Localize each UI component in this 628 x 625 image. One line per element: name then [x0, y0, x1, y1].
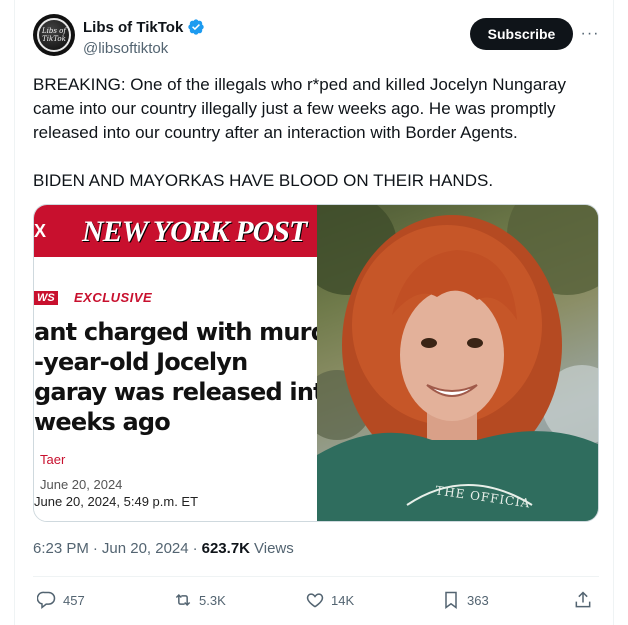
article-byline: Taer: [40, 452, 66, 467]
author-handle[interactable]: @libsoftiktok: [83, 40, 168, 57]
avatar[interactable]: Libs of TikTok: [33, 14, 75, 56]
article-date-published: June 20, 2024: [40, 477, 123, 492]
reply-count: 457: [63, 592, 85, 608]
news-tag: WS: [34, 291, 58, 305]
author-name-row: Libs of TikTok: [83, 18, 205, 36]
like-count: 14K: [331, 592, 355, 608]
nyp-logo: NEW YORK POST: [82, 215, 307, 248]
author-display-name[interactable]: Libs of TikTok: [83, 19, 183, 36]
divider: [33, 576, 599, 577]
repost-count: 5.3K: [199, 592, 226, 608]
subscribe-button[interactable]: Subscribe: [470, 18, 573, 50]
more-options-icon[interactable]: ···: [578, 22, 602, 46]
meta-separator: ·: [192, 540, 198, 557]
nyp-x-mark: X: [34, 221, 47, 241]
bookmark-icon: [445, 591, 457, 609]
tweet-time[interactable]: 6:23 PM: [33, 540, 89, 557]
action-bar: 457 5.3K 14K 363: [33, 587, 599, 613]
nyp-banner: X NEW YORK POST: [34, 205, 317, 257]
share-icon: [575, 591, 591, 608]
like-button[interactable]: 14K: [305, 587, 354, 613]
portrait-photo[interactable]: THE OFFICIA: [317, 205, 598, 521]
heart-icon: [306, 593, 324, 608]
tweet-text: BREAKING: One of the illegals who r*ped …: [33, 75, 566, 190]
portrait-illustration: [317, 205, 598, 521]
verified-badge-icon: [188, 19, 204, 35]
article-screenshot-image[interactable]: X NEW YORK POST WS EXCLUSIVE ant charged…: [34, 205, 317, 521]
article-date-updated: June 20, 2024, 5:49 p.m. ET: [34, 494, 199, 509]
tweet-media[interactable]: X NEW YORK POST WS EXCLUSIVE ant charged…: [33, 204, 599, 522]
repost-button[interactable]: 5.3K: [173, 587, 226, 613]
reply-button[interactable]: 457: [37, 587, 85, 613]
share-button[interactable]: [573, 587, 593, 613]
tweet-meta: 6:23 PM · Jun 20, 2024 · 623.7K Views: [33, 540, 294, 557]
bookmark-button[interactable]: 363: [441, 587, 489, 613]
exclusive-label: EXCLUSIVE: [74, 290, 153, 305]
views-count: 623.7K: [201, 540, 250, 557]
avatar-logo-text: Libs of TikTok: [42, 27, 66, 43]
bookmark-count: 363: [467, 592, 489, 608]
repost-icon: [175, 593, 191, 607]
reply-icon: [37, 591, 56, 610]
article-headline: ant charged with murd -year-old Jocelyn …: [34, 318, 317, 436]
avatar-logo: Libs of TikTok: [37, 18, 71, 52]
meta-separator: ·: [92, 540, 98, 557]
views-label: Views: [254, 540, 294, 557]
tweet-date[interactable]: Jun 20, 2024: [102, 540, 189, 557]
